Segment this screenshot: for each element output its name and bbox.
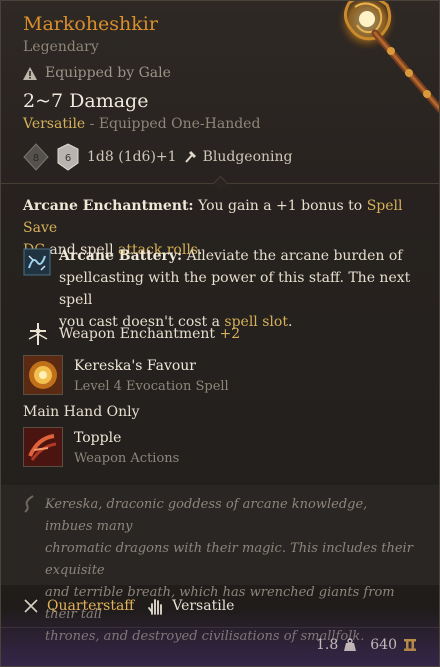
battery-line-2: spellcasting with the power of this staf… xyxy=(59,270,411,308)
dice-row: 8 6 1d8 (1d6)+1 Bludgeoning xyxy=(23,143,292,171)
action-category: Weapon Actions xyxy=(74,451,180,466)
topple-action-icon[interactable] xyxy=(23,427,63,467)
divider-nub xyxy=(212,175,229,192)
weapon-enchantment-icon xyxy=(28,323,48,345)
topple-icon xyxy=(28,434,57,461)
equipped-by-row: Equipped by Gale xyxy=(23,65,171,81)
spell-level: Level 4 Evocation Spell xyxy=(74,379,229,394)
spell-name: Kereska's Favour xyxy=(74,358,197,374)
arcane-battery-icon xyxy=(23,248,51,276)
lore-quill-icon xyxy=(24,495,34,513)
enchantment-text-1: You gain a +1 bonus to xyxy=(198,198,363,214)
weapon-enchantment-row: Weapon Enchantment +2 xyxy=(59,323,240,345)
kereskas-favour-spell-icon[interactable] xyxy=(23,355,63,395)
quarterstaff-icon xyxy=(24,599,38,613)
sunburst-icon xyxy=(29,361,57,389)
weapon-enchantment-label: Weapon Enchantment xyxy=(59,326,216,342)
footer-divider xyxy=(1,627,439,628)
item-name: Markoheshkir xyxy=(23,13,158,35)
weapon-type-label[interactable]: Quarterstaff xyxy=(47,598,134,614)
weapon-trait-label[interactable]: Versatile xyxy=(172,598,234,614)
item-rarity: Legendary xyxy=(23,39,99,55)
battery-line-1: Alleviate the arcane burden of xyxy=(186,248,403,264)
lore-line-1: Kereska, draconic goddess of arcane know… xyxy=(45,497,368,534)
dice-formula: 1d8 (1d6)+1 xyxy=(87,149,177,165)
lore-line-2: chromatic dragons with their magic. This… xyxy=(45,541,413,578)
versatile-label: Versatile xyxy=(23,116,86,132)
warning-icon xyxy=(23,66,37,80)
d6-die-icon: 6 xyxy=(57,143,79,171)
arcane-battery-label: Arcane Battery: xyxy=(59,248,183,264)
main-hand-only: Main Hand Only xyxy=(23,404,140,420)
gold-coin-icon xyxy=(404,639,416,651)
battery-line-3-end: . xyxy=(287,314,293,330)
equipped-by-text: Equipped by Gale xyxy=(45,65,171,81)
arcane-battery-text: Arcane Battery: Alleviate the arcane bur… xyxy=(59,245,429,333)
d8-die-icon: 8 xyxy=(23,143,49,171)
weight-icon xyxy=(344,638,357,651)
svg-text:8: 8 xyxy=(33,153,39,164)
staff-artwork-icon xyxy=(337,1,439,114)
bludgeoning-icon xyxy=(184,151,196,163)
damage-range: 2~7 Damage xyxy=(23,90,149,112)
action-name: Topple xyxy=(74,430,122,446)
versatile-hand-icon xyxy=(148,599,163,615)
versatile-line: Versatile - Equipped One-Handed xyxy=(23,116,260,132)
weapon-enchantment-bonus: +2 xyxy=(219,326,241,342)
item-weight: 1.8 xyxy=(316,637,339,653)
item-value: 640 xyxy=(370,637,397,653)
equipped-mode: - Equipped One-Handed xyxy=(89,116,261,132)
weapon-properties: Quarterstaff Versatile xyxy=(23,597,234,615)
lore-text: Kereska, draconic goddess of arcane know… xyxy=(45,494,415,648)
item-tooltip: Markoheshkir Legendary Equipped by Gale … xyxy=(0,0,440,667)
arcane-enchantment-label: Arcane Enchantment: xyxy=(23,198,194,214)
footer-stats: 1.8 640 xyxy=(316,637,417,653)
svg-text:6: 6 xyxy=(65,153,71,164)
damage-type: Bludgeoning xyxy=(202,149,293,165)
